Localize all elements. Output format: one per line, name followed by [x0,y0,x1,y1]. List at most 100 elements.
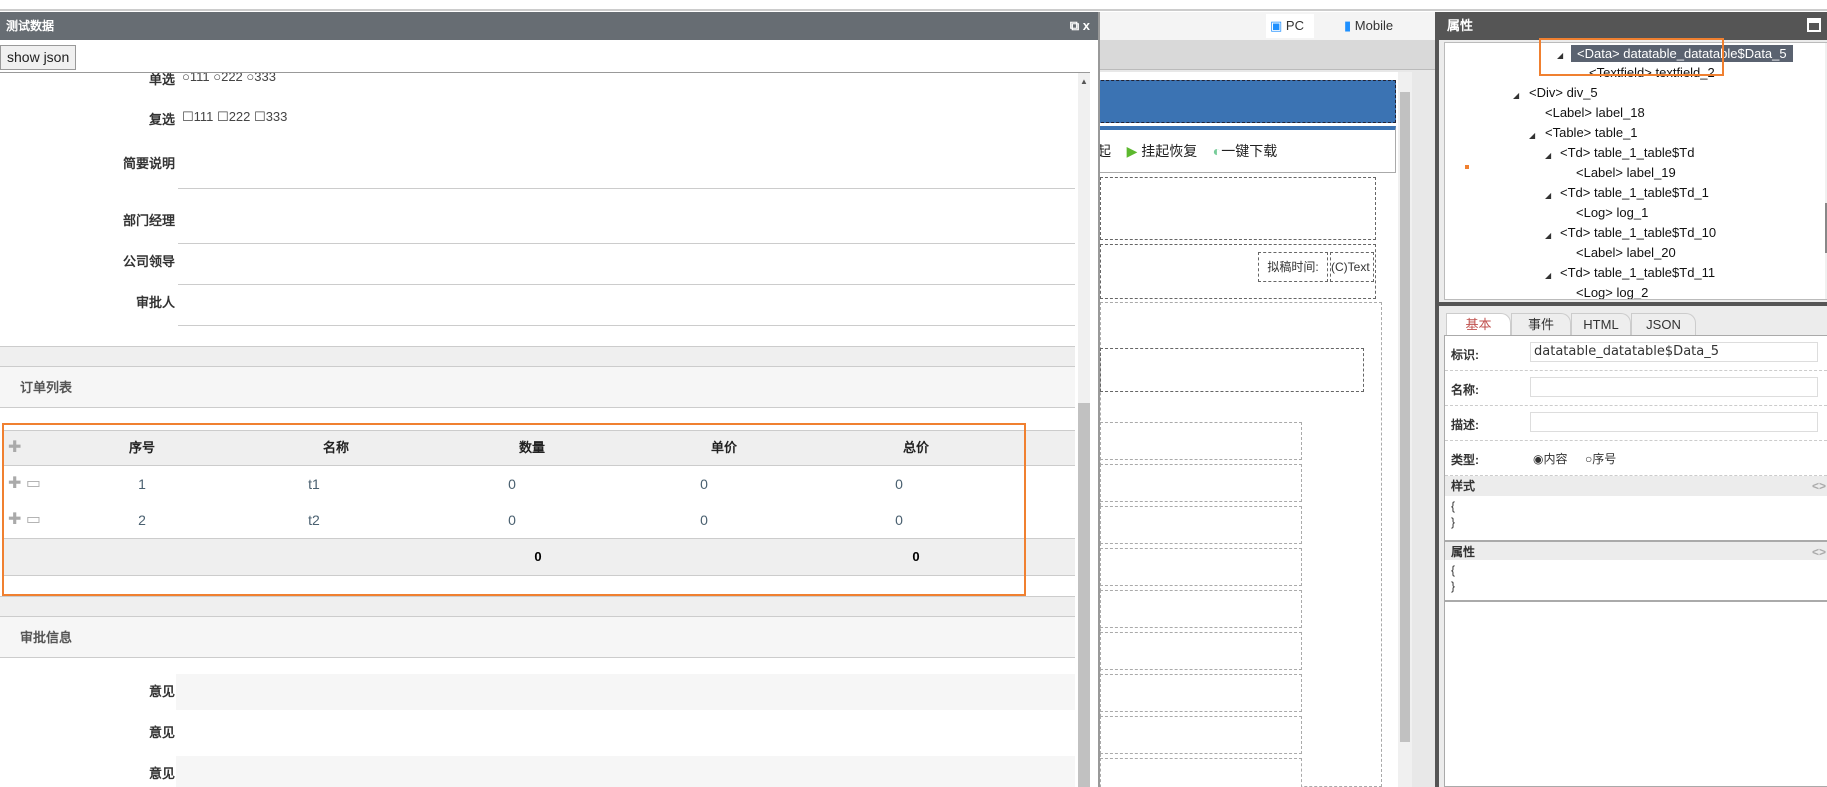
property-form: 标识: datatable_datatable$Data_5 名称: 描述: 类型… [1444,335,1827,787]
designer-canvas: ▣ PC ▮ Mobile 起 ▶ 挂起恢复 ◐一键下载 拟稿时间: (C)Te… [1100,12,1435,787]
radio-row: 单选 ○111 ○222 ○333 [0,72,1075,89]
top-strip [0,0,1827,11]
type-radio-sequence[interactable]: ○序号 [1585,450,1616,467]
opinion-field[interactable] [176,674,1075,710]
company-leader-input[interactable] [178,284,1075,285]
attr-code[interactable]: } [1451,578,1455,594]
approver-input[interactable] [178,325,1075,326]
dashed-cell[interactable] [1100,674,1302,712]
marker [1465,165,1469,169]
tree-node[interactable]: <Div> div_5 [1529,85,1598,100]
dashed-container[interactable] [1100,177,1376,240]
draft-time-label[interactable]: 拟稿时间: [1258,252,1328,282]
dashed-cell[interactable] [1100,632,1302,670]
tree-node[interactable]: <Td> table_1_table$Td_11 [1560,265,1715,280]
tree-node[interactable]: <Table> table_1 [1545,125,1638,140]
scrollbar-thumb[interactable] [1078,403,1090,787]
type-radio-content[interactable]: ◉内容 [1533,450,1568,467]
approval-info-header: 审批信息 [0,617,1075,658]
checkbox-options[interactable]: ☐111 ☐222 ☐333 [182,109,287,125]
radio-options[interactable]: ○111 ○222 ○333 [182,73,276,84]
dashed-cell[interactable] [1100,716,1302,754]
code-toggle-icon[interactable]: <> [1812,476,1826,496]
tab-json[interactable]: JSON [1631,313,1696,335]
dashed-cell[interactable] [1100,506,1302,544]
field-label: 类型: [1451,453,1479,467]
checkbox-row: 复选 ☐111 ☐222 ☐333 [0,109,1075,129]
toolbar-item[interactable]: 起 [1100,143,1111,159]
monitor-icon: ▣ [1270,18,1283,33]
phone-icon: ▮ [1344,18,1352,33]
dashed-container[interactable] [1100,348,1364,392]
selection-highlight [1539,38,1724,76]
tab-mobile[interactable]: ▮ Mobile [1340,14,1420,38]
opinion-row: 意见 [0,756,1075,787]
attr-code[interactable]: { [1451,562,1455,578]
tab-html[interactable]: HTML [1571,313,1631,335]
id-row: 标识: datatable_datatable$Data_5 [1445,336,1827,371]
show-json-button[interactable]: show json [0,45,77,70]
company-leader-row[interactable]: 公司领导 [0,251,1075,285]
field-label: 意见 [148,684,175,699]
selection-highlight [2,423,1026,596]
designer-scrollbar-thumb[interactable] [1400,92,1410,742]
opinion-row: 意见 [0,674,1075,710]
code-toggle-icon[interactable]: <> [1812,542,1826,562]
form-title-bar[interactable] [1100,80,1396,123]
summary-row[interactable]: 简要说明 [0,153,1075,189]
style-code[interactable]: { [1451,498,1455,514]
opinion-field[interactable] [176,715,1075,751]
tab-pc[interactable]: ▣ PC [1266,14,1314,38]
section-gap [0,596,1075,617]
tree-node[interactable]: <Label> label_18 [1545,105,1645,120]
designer-band [1100,40,1435,70]
tree-node[interactable]: <Log> log_2 [1576,285,1648,299]
test-data-dialog: 测试数据 ⧉ x show json 单选 ○111 ○222 ○333 复选 … [0,12,1100,787]
dashed-cell[interactable] [1100,590,1302,628]
tree-node[interactable]: <Td> table_1_table$Td_1 [1560,185,1709,200]
style-code[interactable]: } [1451,514,1455,530]
summary-input[interactable] [178,188,1075,189]
tree-node[interactable]: <Log> log_1 [1576,205,1648,220]
dashed-cell[interactable] [1100,548,1302,586]
tree-node[interactable]: <Label> label_20 [1576,245,1676,260]
expand-icon: ◢ [1545,191,1552,200]
device-tabs: ▣ PC ▮ Mobile [1100,12,1435,40]
dept-manager-row[interactable]: 部门经理 [0,210,1075,244]
text-control[interactable]: (C)Text [1330,252,1374,282]
dashed-cell[interactable] [1100,758,1302,787]
expand-icon: ◢ [1513,91,1520,100]
dialog-window-controls[interactable]: ⧉ x [1070,12,1090,40]
opinion-field[interactable] [176,756,1075,787]
dashed-cell[interactable] [1100,464,1302,502]
description-input[interactable] [1530,412,1818,432]
play-icon: ▶ [1126,143,1138,159]
desc-row: 描述: [1445,406,1827,441]
tree-node[interactable]: <Label> label_19 [1576,165,1676,180]
field-label: 单选 [148,72,175,87]
tree-node[interactable]: <Td> table_1_table$Td [1560,145,1694,160]
id-input[interactable]: datatable_datatable$Data_5 [1530,342,1818,362]
name-row: 名称: [1445,371,1827,406]
dept-manager-input[interactable] [178,243,1075,244]
name-input[interactable] [1530,377,1818,397]
tree-node[interactable]: <Td> table_1_table$Td_10 [1560,225,1716,240]
component-tree: ◢ <Data> datatable_datatable$Data_5 <Tex… [1444,42,1827,300]
expand-icon: ◢ [1545,271,1552,280]
opinion-row: 意见 [0,715,1075,751]
tab-basic[interactable]: 基本 [1446,313,1511,335]
tab-events[interactable]: 事件 [1511,313,1571,335]
approver-row[interactable]: 审批人 [0,292,1075,326]
one-click-download-button[interactable]: 一键下载 [1221,143,1277,159]
suspend-resume-button[interactable]: 挂起恢复 [1141,143,1197,159]
minimize-icon[interactable] [1807,18,1821,32]
field-label: 公司领导 [122,254,175,269]
dashed-cell[interactable] [1100,422,1302,460]
field-label: 简要说明 [122,156,175,171]
attr-section-header: 属性 <> [1445,540,1827,560]
divider [1445,600,1827,602]
scroll-up-icon[interactable]: ▲ [1078,73,1090,86]
form-content: 单选 ○111 ○222 ○333 复选 ☐111 ☐222 ☐333 简要说明… [0,72,1090,787]
dialog-title: 测试数据 [0,12,1098,40]
panel-splitter[interactable] [1439,302,1827,306]
